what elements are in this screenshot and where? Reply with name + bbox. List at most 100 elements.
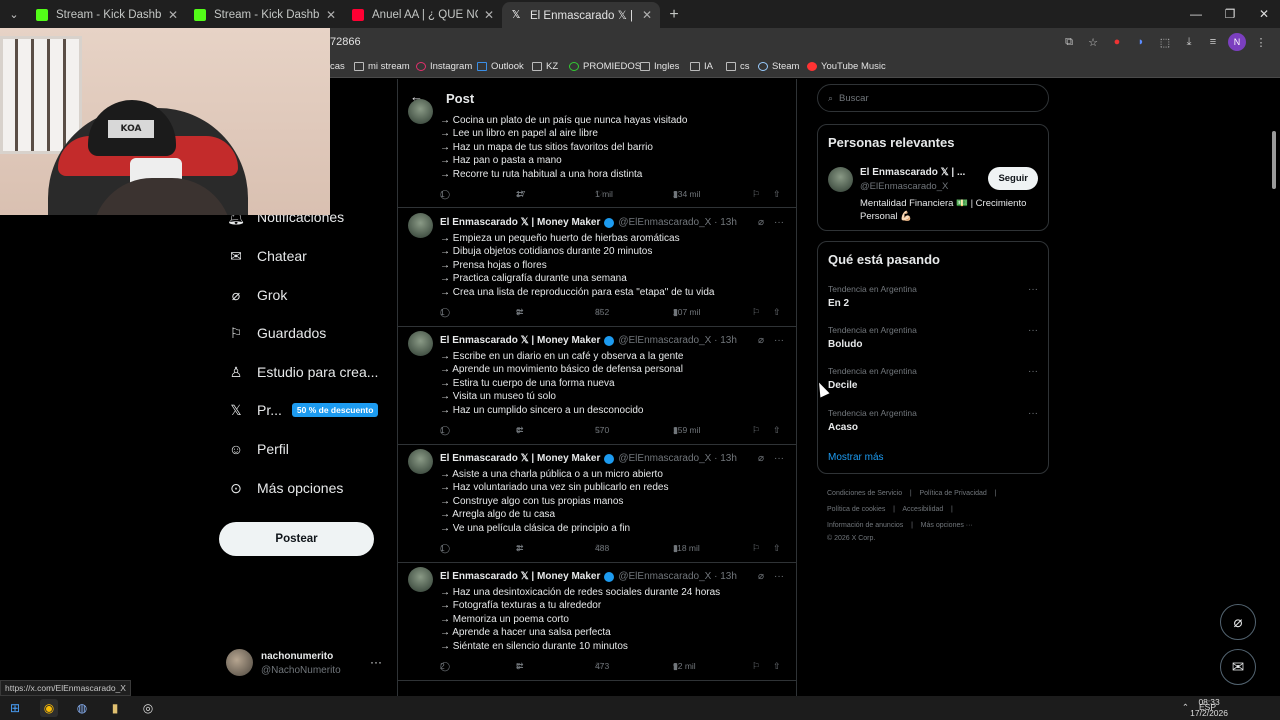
more-dots-icon[interactable]: ··· — [1028, 408, 1038, 419]
author-name[interactable]: El Enmascarado 𝕏 | Money Maker — [440, 335, 600, 346]
footer-link[interactable]: Política de Privacidad — [920, 490, 987, 497]
author-handle[interactable]: @ElEnmascarado_X · 13h — [618, 571, 737, 582]
discord-icon[interactable]: ◍ — [73, 699, 91, 717]
scrollbar-thumb[interactable] — [1272, 131, 1276, 189]
trend-item[interactable]: Tendencia en Argentina Boludo ··· — [828, 325, 1038, 350]
clock[interactable]: 08:33 17/2/2026 — [1190, 697, 1228, 719]
account-switcher[interactable]: nachonumerito @NachoNumerito ··· — [226, 647, 386, 681]
author-name[interactable]: El Enmascarado 𝕏 | Money Maker — [440, 217, 600, 228]
grok-fab-icon[interactable]: ⌀ — [1220, 604, 1256, 640]
app-icon[interactable]: ▮ — [106, 699, 124, 717]
nav-more-options[interactable]: ⊙ Más opciones — [228, 480, 343, 497]
tweet[interactable]: El Enmascarado 𝕏 | Money Maker @ElEnmasca… — [398, 209, 796, 327]
footer-link[interactable]: Política de cookies — [827, 506, 885, 513]
footer-link[interactable]: Condiciones de Servicio — [827, 490, 902, 497]
search-input[interactable]: ⌕ Buscar — [817, 84, 1049, 112]
media-icon[interactable]: ≡ — [1204, 33, 1222, 51]
grok-icon[interactable]: ⌀ — [758, 217, 764, 228]
tweet[interactable]: → Cocina un plato de un país que nunca h… — [398, 99, 796, 208]
new-tab-icon[interactable]: + — [660, 2, 688, 28]
extension-red-icon[interactable]: ● — [1108, 33, 1126, 51]
nav-bookmarks[interactable]: ⚐ Guardados — [228, 325, 327, 342]
star-icon[interactable]: ☆ — [1084, 33, 1102, 51]
obs-icon[interactable]: ◎ — [139, 699, 157, 717]
bookmark-item[interactable]: IA — [690, 61, 713, 72]
bookmark-item[interactable]: KZ — [532, 61, 558, 72]
menu-kebab-icon[interactable]: ⋮ — [1252, 33, 1270, 51]
browser-tab[interactable]: Anuel AA | ¿ QUE NOS PAS ✕ — [344, 2, 502, 28]
relevant-name[interactable]: El Enmascarado 𝕏 | ... — [860, 167, 965, 178]
more-dots-icon[interactable]: ··· — [774, 571, 784, 582]
close-tab-icon[interactable]: ✕ — [484, 8, 494, 22]
profile-avatar[interactable]: N — [1228, 33, 1246, 51]
footer-separator: | — [909, 490, 912, 497]
extension-audio-icon[interactable]: ◗ — [1132, 33, 1150, 51]
nav-grok[interactable]: ⌀ Grok — [228, 287, 288, 304]
bookmark-item[interactable]: Outlook — [477, 61, 524, 72]
footer-link[interactable]: Información de anuncios — [827, 522, 903, 529]
more-dots-icon[interactable]: ··· — [774, 217, 784, 228]
nav-chat[interactable]: ✉ Chatear — [228, 248, 307, 265]
bookmark-item[interactable]: cas — [330, 61, 345, 72]
browser-tab[interactable]: Stream - Kick Dashboard ✕ — [186, 2, 344, 28]
outlook-icon — [477, 62, 487, 71]
trend-item[interactable]: Tendencia en Argentina Decile ··· — [828, 366, 1038, 391]
bookmark-item[interactable]: Steam — [758, 61, 799, 72]
footer-link[interactable]: Accesibilidad — [902, 506, 943, 513]
grok-icon[interactable]: ⌀ — [758, 571, 764, 582]
grok-icon[interactable]: ⌀ — [758, 335, 764, 346]
relevant-handle[interactable]: @ElEnmascarado_X — [860, 181, 948, 192]
nav-premium[interactable]: 𝕏 Pr... 50 % de descuento — [228, 402, 379, 418]
browser-tab[interactable]: Stream - Kick Dashboard ✕ — [28, 2, 186, 28]
tweet[interactable]: El Enmascarado 𝕏 | Money Maker @ElEnmasca… — [398, 563, 796, 681]
avatar[interactable] — [828, 167, 853, 192]
tweet-line: → Haz pan o pasta a mano — [440, 155, 562, 167]
tray-chevron-icon[interactable]: ⌃ — [1182, 702, 1189, 713]
close-tab-icon[interactable]: ✕ — [642, 8, 652, 22]
bookmark-item[interactable]: YouTube Music — [807, 61, 886, 72]
trend-item[interactable]: Tendencia en Argentina Acaso ··· — [828, 408, 1038, 433]
more-dots-icon[interactable]: ··· — [774, 453, 784, 464]
tab-title: Anuel AA | ¿ QUE NOS PAS — [372, 9, 478, 21]
bookmark-item[interactable]: mi stream — [354, 61, 410, 72]
bookmark-item[interactable]: Ingles — [640, 61, 679, 72]
install-app-icon[interactable]: ⧉ — [1060, 33, 1078, 51]
author-name[interactable]: El Enmascarado 𝕏 | Money Maker — [440, 453, 600, 464]
show-more-link[interactable]: Mostrar más — [828, 452, 884, 463]
tab-search-chevron-icon[interactable]: ⌄ — [0, 0, 28, 28]
minimize-icon[interactable]: — — [1180, 0, 1212, 28]
chrome-icon[interactable]: ◉ — [40, 699, 58, 717]
footer-link[interactable]: Más opciones ··· — [921, 522, 973, 529]
tweet[interactable]: El Enmascarado 𝕏 | Money Maker @ElEnmasca… — [398, 327, 796, 445]
more-dots-icon[interactable]: ··· — [1028, 284, 1038, 295]
author-handle[interactable]: @ElEnmascarado_X · 13h — [618, 217, 737, 228]
trend-item[interactable]: Tendencia en Argentina En 2 ··· — [828, 284, 1038, 309]
bookmark-item[interactable]: cs — [726, 61, 750, 72]
download-icon[interactable]: ⤓ — [1180, 33, 1198, 51]
follow-button[interactable]: Seguir — [988, 167, 1038, 190]
more-dots-icon[interactable]: ··· — [370, 655, 382, 669]
more-dots-icon[interactable]: ··· — [1028, 325, 1038, 336]
extensions-puzzle-icon[interactable]: ⬚ — [1156, 33, 1174, 51]
close-window-icon[interactable]: ✕ — [1248, 0, 1280, 28]
post-button[interactable]: Postear — [219, 522, 374, 556]
url-input[interactable]: 72866 — [330, 36, 361, 48]
scrollbar[interactable] — [1270, 79, 1278, 696]
author-handle[interactable]: @ElEnmascarado_X · 13h — [618, 335, 737, 346]
author-handle[interactable]: @ElEnmascarado_X · 13h — [618, 453, 737, 464]
bookmark-item[interactable]: Instagram — [416, 61, 472, 72]
bookmark-item[interactable]: PROMIEDOS — [569, 61, 641, 72]
restore-icon[interactable]: ❐ — [1214, 0, 1246, 28]
messages-fab-icon[interactable]: ✉ — [1220, 649, 1256, 685]
windows-start-icon[interactable]: ⊞ — [6, 699, 24, 717]
tweet[interactable]: El Enmascarado 𝕏 | Money Maker @ElEnmasca… — [398, 445, 796, 563]
grok-icon[interactable]: ⌀ — [758, 453, 764, 464]
author-name[interactable]: El Enmascarado 𝕏 | Money Maker — [440, 571, 600, 582]
close-tab-icon[interactable]: ✕ — [326, 8, 336, 22]
browser-tab-active[interactable]: 𝕏 El Enmascarado 𝕏 | Money Mak ✕ — [502, 2, 660, 28]
close-tab-icon[interactable]: ✕ — [168, 8, 178, 22]
nav-profile[interactable]: ☺ Perfil — [228, 441, 289, 457]
nav-creator-studio[interactable]: ♙ Estudio para crea... — [228, 364, 379, 381]
more-dots-icon[interactable]: ··· — [1028, 366, 1038, 377]
more-dots-icon[interactable]: ··· — [774, 335, 784, 346]
